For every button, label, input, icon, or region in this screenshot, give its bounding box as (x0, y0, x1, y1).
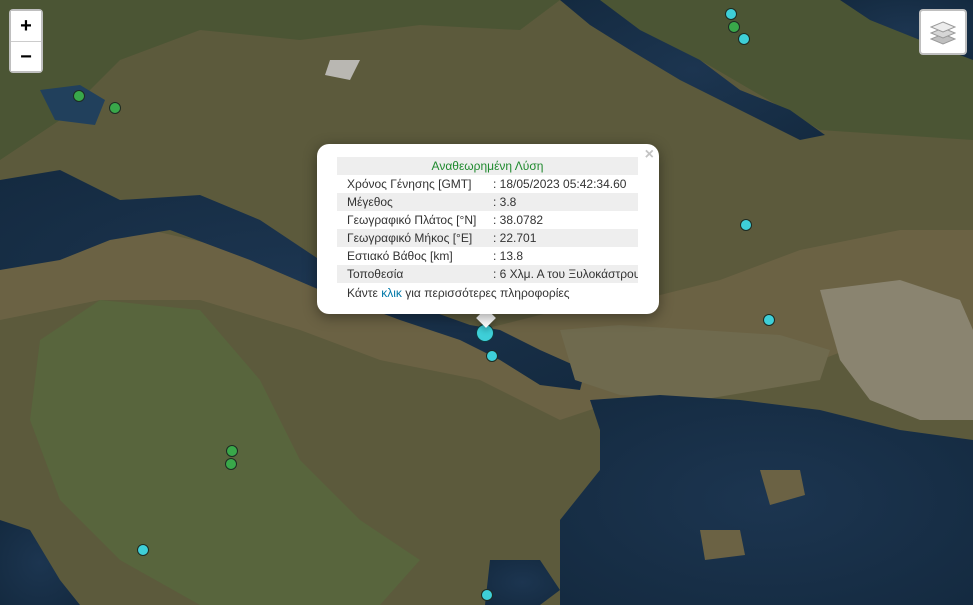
popup-row-location: Τοποθεσία : 6 Χλμ. Α του Ξυλοκάστρου (337, 265, 638, 283)
layers-button[interactable] (919, 9, 967, 55)
zoom-control: + − (9, 9, 43, 73)
zoom-in-button[interactable]: + (11, 11, 41, 41)
more-suffix: για περισσότερες πληροφορίες (405, 286, 570, 300)
earthquake-marker[interactable] (763, 314, 775, 326)
row-value: : 18/05/2023 05:42:34.60 (493, 177, 627, 191)
row-value: : 13.8 (493, 249, 524, 263)
earthquake-marker[interactable] (73, 90, 85, 102)
more-info-link[interactable]: κλικ (381, 286, 402, 300)
layers-icon (930, 21, 956, 45)
earthquake-marker[interactable] (738, 33, 750, 45)
more-info-line: Κάντε κλικ για περισσότερες πληροφορίες (337, 283, 638, 303)
earthquake-marker[interactable] (225, 458, 237, 470)
earthquake-marker[interactable] (725, 8, 737, 20)
earthquake-marker[interactable] (728, 21, 740, 33)
row-key: Γεωγραφικό Πλάτος [°N] (347, 213, 477, 227)
earthquake-marker[interactable] (226, 445, 238, 457)
popup-close-button[interactable]: × (645, 146, 654, 164)
row-value: : 38.0782 (493, 213, 544, 227)
earthquake-marker[interactable] (486, 350, 498, 362)
row-key: Μέγεθος (347, 195, 393, 209)
earthquake-marker[interactable] (481, 589, 493, 601)
row-key: Τοποθεσία (347, 267, 404, 281)
earthquake-popup: × Αναθεωρημένη Λύση Χρόνος Γένησης [GMT]… (317, 144, 659, 314)
row-value: : 22.701 (493, 231, 537, 245)
popup-title: Αναθεωρημένη Λύση (337, 157, 638, 175)
row-key: Χρόνος Γένησης [GMT] (347, 177, 472, 191)
row-key: Εστιακό Βάθος [km] (347, 249, 453, 263)
popup-row-origin-time: Χρόνος Γένησης [GMT] : 18/05/2023 05:42:… (337, 175, 638, 193)
zoom-out-button[interactable]: − (11, 41, 41, 71)
more-prefix: Κάντε (347, 286, 378, 300)
row-value: : 6 Χλμ. Α του Ξυλοκάστρου (493, 267, 638, 281)
earthquake-marker[interactable] (109, 102, 121, 114)
earthquake-marker[interactable] (740, 219, 752, 231)
row-key: Γεωγραφικό Μήκος [°E] (347, 231, 473, 245)
popup-row-magnitude: Μέγεθος : 3.8 (337, 193, 638, 211)
earthquake-marker[interactable] (137, 544, 149, 556)
popup-row-latitude: Γεωγραφικό Πλάτος [°N] : 38.0782 (337, 211, 638, 229)
row-value: : 3.8 (493, 195, 517, 209)
popup-row-longitude: Γεωγραφικό Μήκος [°E] : 22.701 (337, 229, 638, 247)
popup-row-depth: Εστιακό Βάθος [km] : 13.8 (337, 247, 638, 265)
